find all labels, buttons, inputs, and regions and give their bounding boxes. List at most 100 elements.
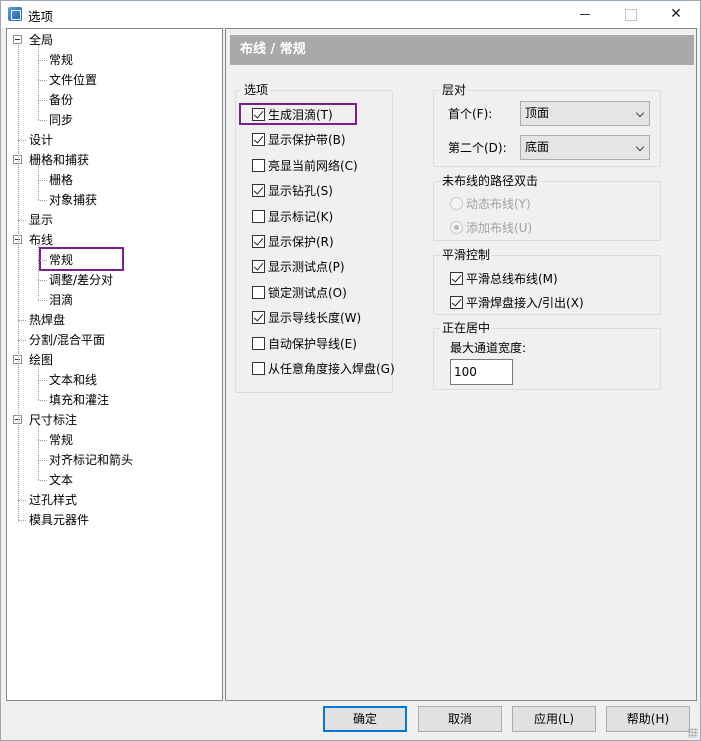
tree-item-label: 调整/差分对 xyxy=(49,273,114,287)
tree-item[interactable]: 栅格 xyxy=(49,171,73,189)
tree-item-label: 尺寸标注 xyxy=(29,413,78,427)
highlight-box xyxy=(239,103,357,125)
add-route-radio[interactable]: 添加布线(U) xyxy=(450,219,532,237)
option-checkbox[interactable]: 显示保护带(B) xyxy=(252,131,346,149)
tree-connector xyxy=(38,80,47,81)
tree-item-label: 设计 xyxy=(29,133,54,147)
smooth-pad-checkbox[interactable]: 平滑焊盘接入/引出(X) xyxy=(450,294,584,312)
tree-connector xyxy=(38,440,47,441)
close-button[interactable]: ✕ xyxy=(653,1,699,28)
option-checkbox[interactable]: 显示标记(K) xyxy=(252,208,333,226)
option-label: 自动保护导线(E) xyxy=(268,336,357,351)
tree-item[interactable]: 常规 xyxy=(49,51,73,69)
tree-item[interactable]: 对齐标记和箭头 xyxy=(49,451,133,469)
layer-pair-group: 层对 首个(F): 顶面 第二个(D): 底面 xyxy=(433,83,661,167)
tree-item[interactable]: 泪滴 xyxy=(49,291,73,309)
tree-item[interactable]: 绘图 xyxy=(29,351,53,369)
option-checkbox[interactable]: 显示导线长度(W) xyxy=(252,309,361,327)
options-legend: 选项 xyxy=(242,83,271,97)
checkbox-unchecked-icon xyxy=(252,362,265,375)
tree-item[interactable]: 填充和灌注 xyxy=(49,391,109,409)
smooth-bus-checkbox[interactable]: 平滑总线布线(M) xyxy=(450,270,558,288)
unrouted-path-group: 未布线的路径双击 动态布线(Y) 添加布线(U) xyxy=(433,174,661,241)
tree-connector xyxy=(38,480,47,481)
checkbox-unchecked-icon xyxy=(252,209,265,223)
centering-legend: 正在居中 xyxy=(440,321,493,335)
settings-panel: 布线 / 常规 选项 生成泪滴(T) 显示保护带(B) 亮显当前网络(C) 显示钻孔(… xyxy=(225,28,697,701)
tree-connector xyxy=(38,120,47,121)
option-checkbox[interactable]: 亮显当前网络(C) xyxy=(252,157,358,175)
tree-item-label: 常规 xyxy=(49,53,74,67)
tree-connector xyxy=(38,365,39,400)
dynamic-route-radio[interactable]: 动态布线(Y) xyxy=(450,195,531,213)
first-layer-label: 首个(F): xyxy=(448,107,493,121)
first-layer-select[interactable]: 顶面 xyxy=(520,101,650,126)
tree-item-label: 泪滴 xyxy=(49,293,74,307)
option-checkbox[interactable]: 显示测试点(P) xyxy=(252,258,345,276)
options-group: 选项 生成泪滴(T) 显示保护带(B) 亮显当前网络(C) 显示钻孔(S) 显示标记(K… xyxy=(235,83,395,393)
tree-item[interactable]: 尺寸标注 xyxy=(29,411,77,429)
tree-item[interactable]: 全局 xyxy=(29,31,53,49)
second-layer-label: 第二个(D): xyxy=(448,141,507,155)
minimize-button[interactable] xyxy=(562,1,608,28)
option-checkbox[interactable]: 锁定测试点(O) xyxy=(252,284,347,302)
tree-item[interactable]: 文本和线 xyxy=(49,371,97,389)
checkbox-checked-icon xyxy=(252,184,265,198)
option-label: 显示钻孔(S) xyxy=(268,184,333,199)
tree-item[interactable]: 模具元器件 xyxy=(29,511,89,529)
tree-item[interactable]: 热焊盘 xyxy=(29,311,65,329)
apply-button[interactable]: 应用(L) xyxy=(512,706,596,732)
tree-item-label: 热焊盘 xyxy=(29,313,66,327)
tree-connector xyxy=(38,180,47,181)
tree-item[interactable]: 设计 xyxy=(29,131,53,149)
tree-item[interactable]: 过孔样式 xyxy=(29,491,77,509)
tree-item-label: 绘图 xyxy=(29,353,54,367)
checkbox-checked-icon xyxy=(450,296,463,309)
tree-connector xyxy=(38,245,39,300)
app-icon xyxy=(8,7,22,21)
checkbox-unchecked-icon xyxy=(252,285,265,299)
category-tree[interactable]: 全局 常规 文件位置 备份 同步 设计 栅格和捕获 栅格 对象捕获 显示 布线 常规 调整/差分对 泪滴热… xyxy=(6,28,223,701)
option-checkbox[interactable]: 显示钻孔(S) xyxy=(252,182,333,200)
help-button[interactable]: 帮助(H) xyxy=(606,706,690,732)
smooth-pad-label: 平滑焊盘接入/引出(X) xyxy=(466,296,584,310)
tree-item-label: 对象捕获 xyxy=(49,193,98,207)
tree-item-label: 过孔样式 xyxy=(29,493,78,507)
tree-item[interactable]: 布线 xyxy=(29,231,53,249)
tree-connector xyxy=(38,100,47,101)
max-channel-width-input[interactable]: 100 xyxy=(450,359,513,385)
unrouted-path-legend: 未布线的路径双击 xyxy=(440,174,541,188)
second-layer-select[interactable]: 底面 xyxy=(520,135,650,160)
tree-item-label: 文本和线 xyxy=(49,373,98,387)
resize-grip-icon[interactable] xyxy=(688,728,698,738)
checkbox-checked-icon xyxy=(252,133,265,147)
cancel-button[interactable]: 取消 xyxy=(418,706,502,732)
tree-item-label: 文件位置 xyxy=(49,73,98,87)
tree-item[interactable]: 常规 xyxy=(49,251,73,269)
tree-item[interactable]: 显示 xyxy=(29,211,53,229)
tree-item[interactable]: 文本 xyxy=(49,471,73,489)
tree-item[interactable]: 常规 xyxy=(49,431,73,449)
tree-item-label: 常规 xyxy=(49,253,74,267)
option-checkbox[interactable]: 从任意角度接入焊盘(G) xyxy=(252,360,395,378)
option-checkbox[interactable]: 自动保护导线(E) xyxy=(252,335,357,353)
tree-item[interactable]: 同步 xyxy=(49,111,73,129)
tree-connector xyxy=(38,280,47,281)
checkbox-checked-icon xyxy=(252,235,265,248)
tree-item[interactable]: 分割/混合平面 xyxy=(29,331,105,349)
option-checkbox[interactable]: 显示保护(R) xyxy=(252,233,334,251)
layer-pair-legend: 层对 xyxy=(440,83,469,97)
tree-item-label: 常规 xyxy=(49,433,74,447)
ok-button[interactable]: 确定 xyxy=(323,706,407,732)
collapse-toggle-icon[interactable] xyxy=(13,35,22,44)
tree-connector xyxy=(38,380,47,381)
tree-connector xyxy=(18,500,26,501)
tree-connector xyxy=(38,425,39,480)
tree-item[interactable]: 文件位置 xyxy=(49,71,97,89)
tree-connector xyxy=(18,45,19,520)
tree-connector xyxy=(38,400,47,401)
tree-item[interactable]: 对象捕获 xyxy=(49,191,97,209)
add-route-label: 添加布线(U) xyxy=(466,221,533,235)
tree-item[interactable]: 调整/差分对 xyxy=(49,271,113,289)
tree-item[interactable]: 备份 xyxy=(49,91,73,109)
